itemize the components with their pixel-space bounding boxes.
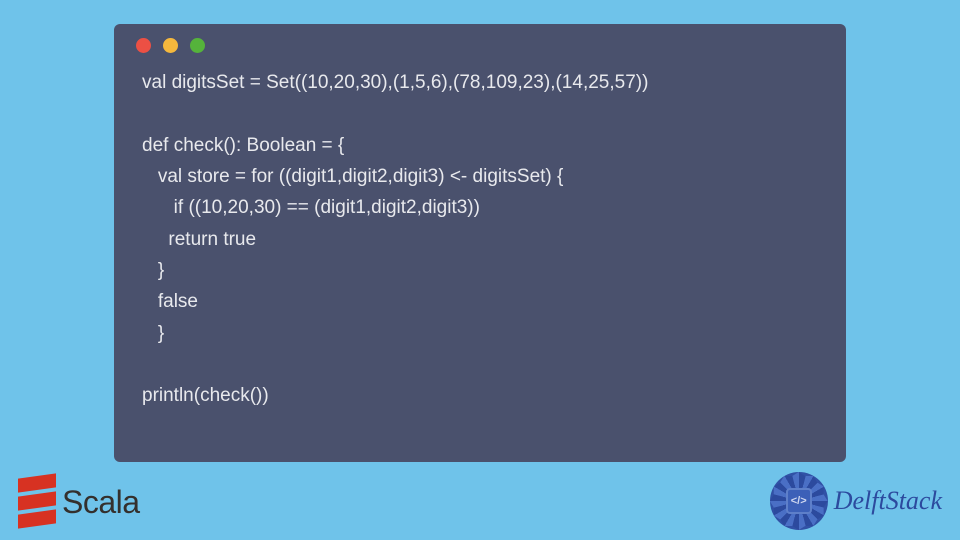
code-line: } [142, 260, 164, 281]
delftstack-icon: </> [770, 472, 828, 530]
minimize-icon [163, 38, 178, 53]
maximize-icon [190, 38, 205, 53]
code-line: def check(): Boolean = { [142, 135, 344, 156]
code-brackets-icon: </> [786, 488, 812, 514]
code-line: return true [142, 229, 256, 250]
code-line: println(check()) [142, 385, 269, 406]
code-line: } [142, 323, 164, 344]
close-icon [136, 38, 151, 53]
code-line: val digitsSet = Set((10,20,30),(1,5,6),(… [142, 72, 648, 93]
code-line: if ((10,20,30) == (digit1,digit2,digit3)… [142, 197, 480, 218]
scala-logo-text: Scala [62, 484, 140, 521]
scala-icon [18, 474, 58, 530]
scala-logo: Scala [18, 474, 140, 530]
window-controls [114, 24, 846, 63]
delftstack-logo: </> DelftStack [770, 472, 942, 530]
code-line: val store = for ((digit1,digit2,digit3) … [142, 166, 563, 187]
code-line: false [142, 291, 198, 312]
code-window: val digitsSet = Set((10,20,30),(1,5,6),(… [114, 24, 846, 462]
code-block: val digitsSet = Set((10,20,30),(1,5,6),(… [114, 63, 846, 432]
delftstack-logo-text: DelftStack [834, 486, 942, 516]
